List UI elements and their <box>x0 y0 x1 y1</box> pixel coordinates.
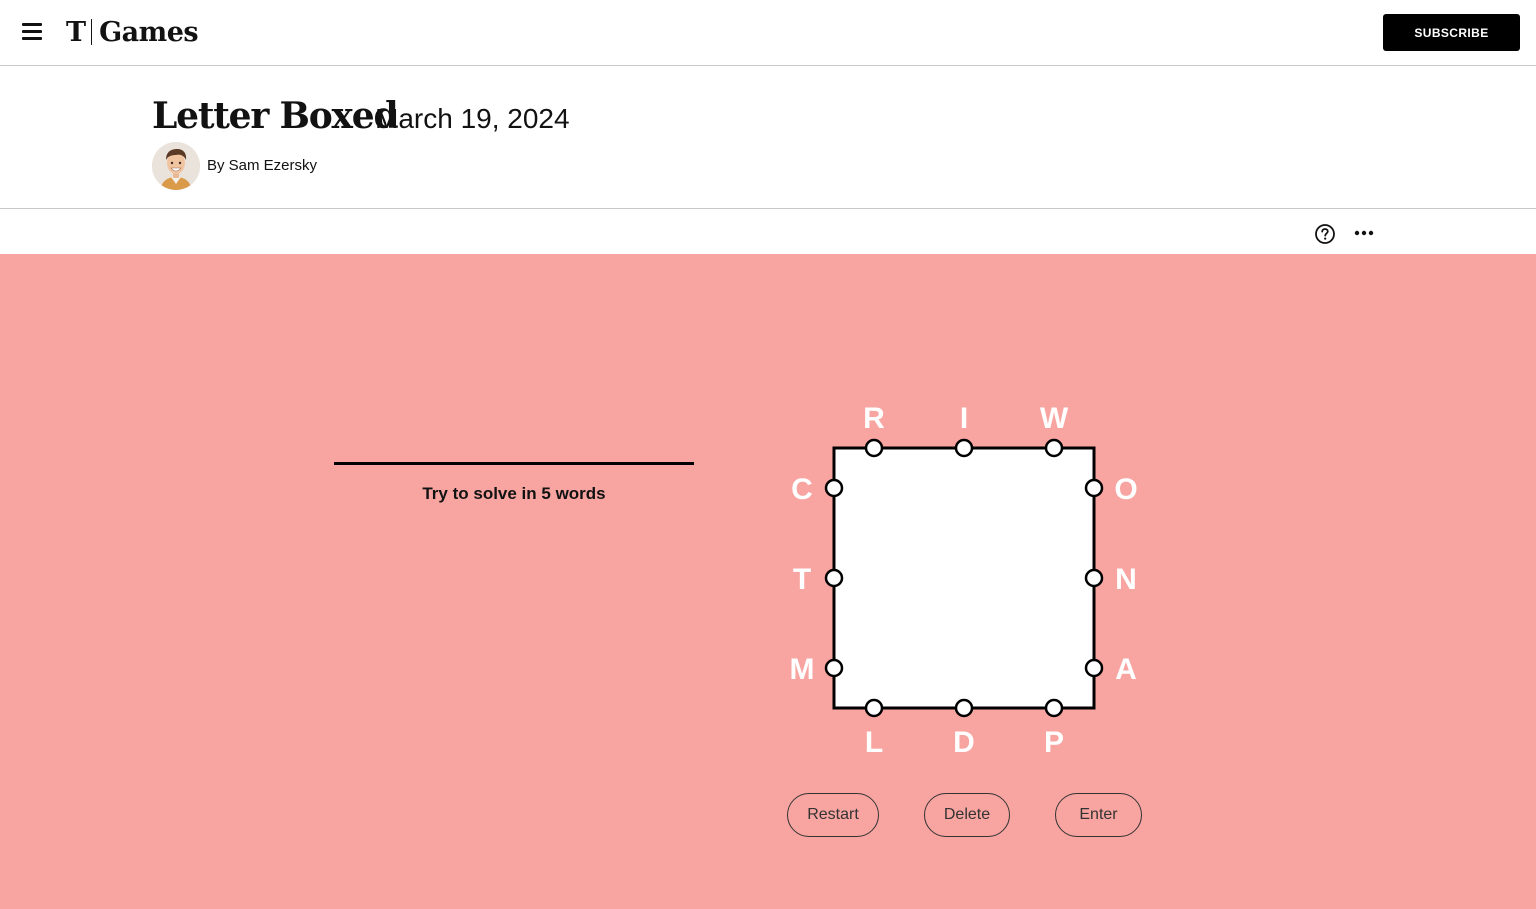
more-options-icon[interactable] <box>1352 223 1376 243</box>
letter-box-square <box>832 446 1096 710</box>
letter-bottom-3[interactable]: P <box>1044 726 1064 759</box>
letter-right-2[interactable]: N <box>1115 563 1137 596</box>
letter-dot-bottom-2[interactable] <box>954 698 974 718</box>
nyt-games-logo[interactable]: T Games <box>66 16 199 48</box>
letter-left-2[interactable]: T <box>793 563 811 596</box>
game-toolbar <box>0 209 1536 254</box>
logo-divider <box>91 19 93 45</box>
solve-hint: Try to solve in 5 words <box>422 484 606 503</box>
game-date: March 19, 2024 <box>375 103 570 134</box>
game-board: Try to solve in 5 words R I W L D P C T M O N A Res… <box>0 254 1536 909</box>
letter-dot-right-2[interactable] <box>1084 568 1104 588</box>
letter-dot-top-2[interactable] <box>954 438 974 458</box>
letter-box: R I W L D P C T M O N A <box>790 402 1138 759</box>
letter-dot-left-2[interactable] <box>824 568 844 588</box>
letter-dot-top-1[interactable] <box>864 438 884 458</box>
letter-dot-left-1[interactable] <box>824 478 844 498</box>
letter-right-3[interactable]: A <box>1115 653 1137 686</box>
games-logo-text: Games <box>99 16 199 48</box>
delete-button[interactable]: Delete <box>924 793 1010 837</box>
letter-dot-right-3[interactable] <box>1084 658 1104 678</box>
author-byline: By Sam Ezersky <box>207 157 318 174</box>
author-avatar <box>152 142 200 190</box>
letter-dot-bottom-3[interactable] <box>1044 698 1064 718</box>
letter-dot-right-1[interactable] <box>1084 478 1104 498</box>
letter-bottom-1[interactable]: L <box>865 726 883 759</box>
letter-top-1[interactable]: R <box>863 402 885 435</box>
game-header: Letter Boxed March 19, 2024 By Sam Ezers… <box>0 66 1536 209</box>
subscribe-button[interactable]: SUBSCRIBE <box>1383 14 1520 51</box>
restart-button[interactable]: Restart <box>787 793 879 837</box>
letter-top-3[interactable]: W <box>1040 402 1069 435</box>
top-nav-bar: T Games SUBSCRIBE <box>0 0 1536 66</box>
author-portrait-icon <box>152 142 200 190</box>
letter-left-3[interactable]: M <box>790 653 815 686</box>
nyt-t-logo-icon: T <box>66 16 87 48</box>
game-title: Letter Boxed <box>152 95 399 137</box>
word-input-line <box>334 462 694 465</box>
letter-dot-top-3[interactable] <box>1044 438 1064 458</box>
letter-left-1[interactable]: C <box>791 473 813 506</box>
hamburger-menu-icon[interactable] <box>20 20 46 44</box>
enter-button[interactable]: Enter <box>1055 793 1142 837</box>
letter-top-2[interactable]: I <box>960 402 968 435</box>
letter-dot-bottom-1[interactable] <box>864 698 884 718</box>
letter-bottom-2[interactable]: D <box>953 726 975 759</box>
letter-dot-left-3[interactable] <box>824 658 844 678</box>
letter-right-1[interactable]: O <box>1114 473 1137 506</box>
help-circle-icon[interactable] <box>1314 223 1336 245</box>
